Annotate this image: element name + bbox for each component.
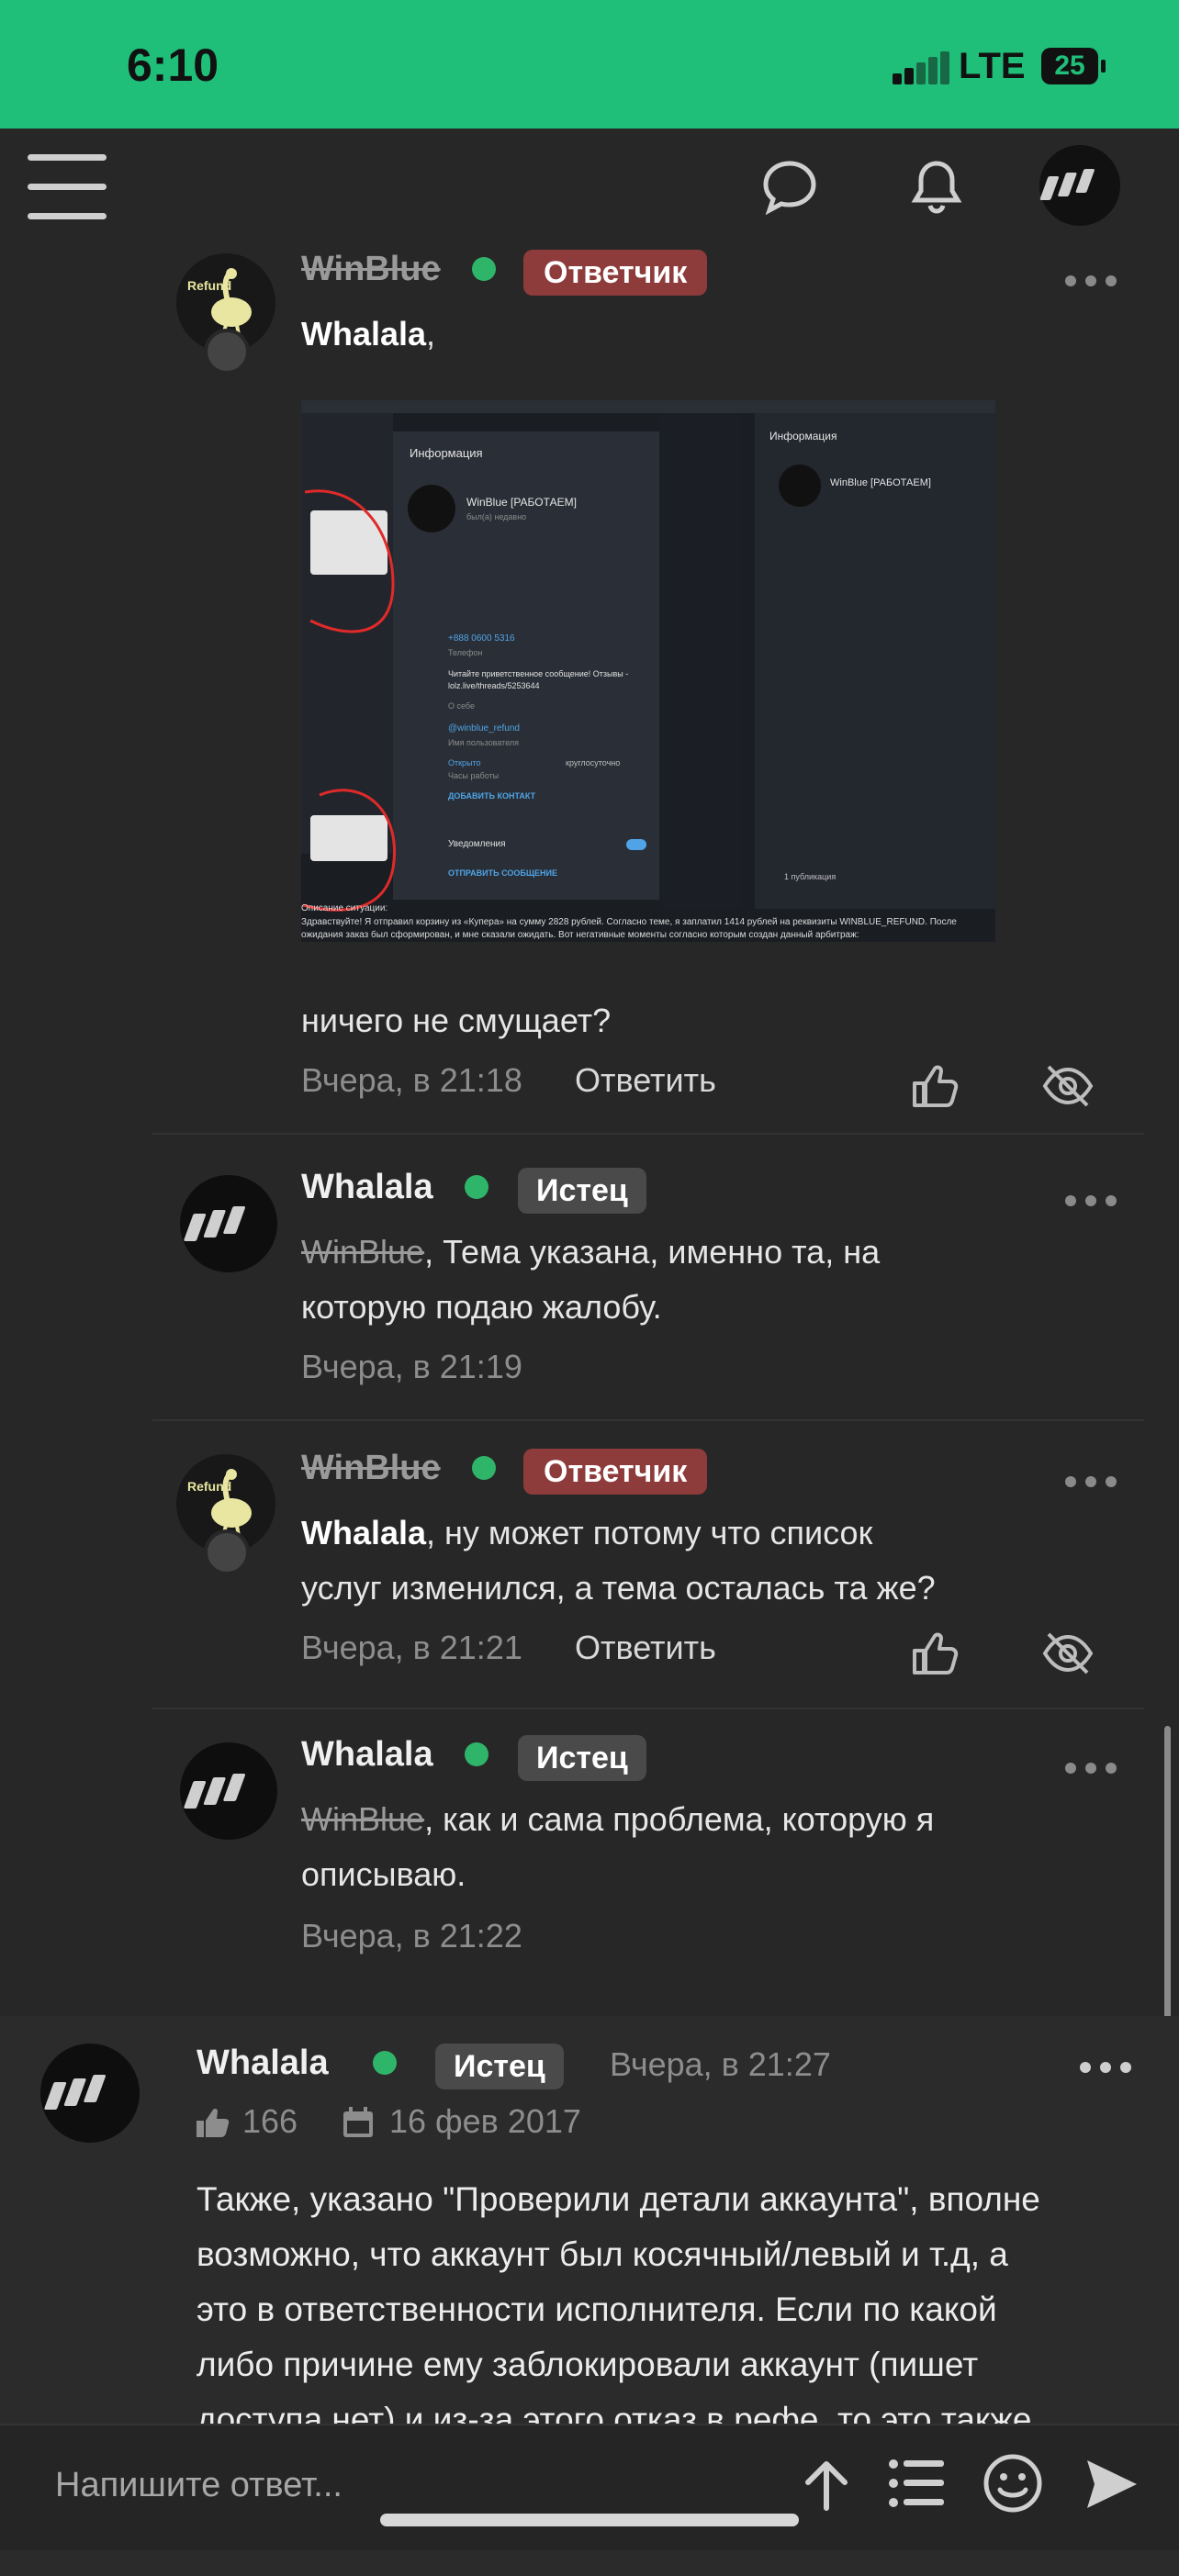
comment-author[interactable]: WinBlue	[301, 1449, 441, 1488]
more-icon[interactable]	[1065, 1195, 1117, 1208]
comment-text-line: которую подаю жалобу.	[301, 1288, 662, 1326]
divider	[152, 1133, 1144, 1135]
bell-icon[interactable]	[907, 158, 966, 217]
chat-icon[interactable]	[760, 158, 819, 217]
like-icon[interactable]	[909, 1629, 959, 1678]
role-badge: Истец	[435, 2044, 564, 2089]
signal-icon	[893, 51, 949, 84]
svg-text:Refund: Refund	[187, 278, 231, 293]
comment-text: WinBlue, как и сама проблема, которую я	[301, 1800, 935, 1838]
comment-text: Whalala, ну может потому что список	[301, 1514, 873, 1551]
registration-date: 16 фев 2017	[389, 2102, 581, 2140]
avatar-badge-icon	[204, 329, 250, 375]
more-icon[interactable]	[1065, 1763, 1117, 1775]
list-icon[interactable]	[889, 2457, 946, 2510]
mention[interactable]: Whalala	[301, 1514, 426, 1551]
more-icon[interactable]	[1065, 275, 1117, 288]
role-badge: Ответчик	[523, 1449, 708, 1495]
like-count: 166	[242, 2102, 298, 2140]
role-badge: Истец	[518, 1168, 646, 1214]
online-indicator	[373, 2051, 397, 2075]
reply-button[interactable]: Ответить	[575, 1629, 716, 1667]
comment-text: Whalala,	[301, 315, 436, 353]
comment-author[interactable]: WinBlue	[301, 250, 441, 289]
post-text-line: Также, указано "Проверили детали аккаунт…	[196, 2180, 1040, 2218]
divider	[152, 1708, 1144, 1709]
post-time[interactable]: Вчера, в 21:27	[610, 2045, 831, 2084]
inner-panel-title: Информация	[410, 446, 483, 460]
avatar-badge-icon	[204, 1529, 250, 1575]
role-badge: Ответчик	[523, 250, 708, 296]
avatar-whalala[interactable]	[180, 1175, 277, 1272]
inner-channel-name: WinBlue [РАБОТАЕМ]	[466, 496, 577, 509]
mention[interactable]: WinBlue	[301, 1233, 424, 1271]
post-author[interactable]: Whalala	[196, 2044, 329, 2083]
like-count-icon	[196, 2108, 230, 2137]
mention[interactable]: WinBlue	[301, 1800, 424, 1838]
calendar-icon	[343, 2107, 373, 2137]
comment-text-line: описываю.	[301, 1855, 466, 1893]
comment-time[interactable]: Вчера, в 21:18	[301, 1061, 522, 1100]
avatar-whalala[interactable]	[40, 2044, 140, 2143]
network-type: LTE	[959, 46, 1026, 86]
status-time: 6:10	[127, 39, 219, 91]
status-bar: 6:10 LTE 25	[0, 0, 1179, 129]
attached-image[interactable]: Информация WinBlue [РАБОТАЕМ] был(а) нед…	[301, 400, 995, 942]
home-indicator	[380, 2514, 799, 2526]
post-text-line: возможно, что аккаунт был косячный/левый…	[196, 2235, 1008, 2273]
reply-input[interactable]: Напишите ответ...	[55, 2466, 342, 2505]
menu-icon[interactable]	[28, 154, 107, 220]
avatar-whalala[interactable]	[180, 1742, 277, 1840]
svg-text:Refund: Refund	[187, 1479, 231, 1494]
online-indicator	[465, 1742, 488, 1766]
role-badge: Истец	[518, 1735, 646, 1781]
battery-icon: 25	[1041, 48, 1106, 84]
online-indicator	[472, 257, 496, 281]
arrow-up-icon[interactable]	[801, 2457, 852, 2512]
reply-composer: Напишите ответ...	[0, 2424, 1179, 2550]
divider	[152, 1419, 1144, 1421]
online-indicator	[465, 1175, 488, 1199]
comment-text: WinBlue, Тема указана, именно та, на	[301, 1233, 881, 1271]
send-icon[interactable]	[1084, 2457, 1140, 2512]
comment-time[interactable]: Вчера, в 21:22	[301, 1917, 522, 1955]
hide-icon[interactable]	[1041, 1061, 1095, 1111]
hide-icon[interactable]	[1041, 1629, 1095, 1678]
user-avatar[interactable]	[1039, 145, 1120, 226]
comment-text-line: ничего не смущает?	[301, 1002, 612, 1039]
more-icon[interactable]	[1065, 1476, 1117, 1489]
post-text-line: либо причине ему заблокировали аккаунт (…	[196, 2346, 979, 2383]
scrollbar[interactable]	[1164, 1726, 1171, 2029]
online-indicator	[472, 1456, 496, 1480]
comment-text-line: услуг изменился, а тема осталась та же?	[301, 1569, 936, 1607]
reply-button[interactable]: Ответить	[575, 1061, 716, 1100]
comment-time[interactable]: Вчера, в 21:21	[301, 1629, 522, 1667]
comment-author[interactable]: Whalala	[301, 1735, 433, 1775]
post-text-line: это в ответственности исполнителя. Если …	[196, 2290, 997, 2328]
top-bar	[0, 129, 1179, 243]
comment-author[interactable]: Whalala	[301, 1168, 433, 1207]
like-icon[interactable]	[909, 1061, 959, 1111]
more-icon[interactable]	[1080, 2062, 1131, 2075]
comment-time[interactable]: Вчера, в 21:19	[301, 1348, 522, 1386]
mention[interactable]: Whalala	[301, 315, 426, 353]
emoji-icon[interactable]	[982, 2453, 1043, 2514]
